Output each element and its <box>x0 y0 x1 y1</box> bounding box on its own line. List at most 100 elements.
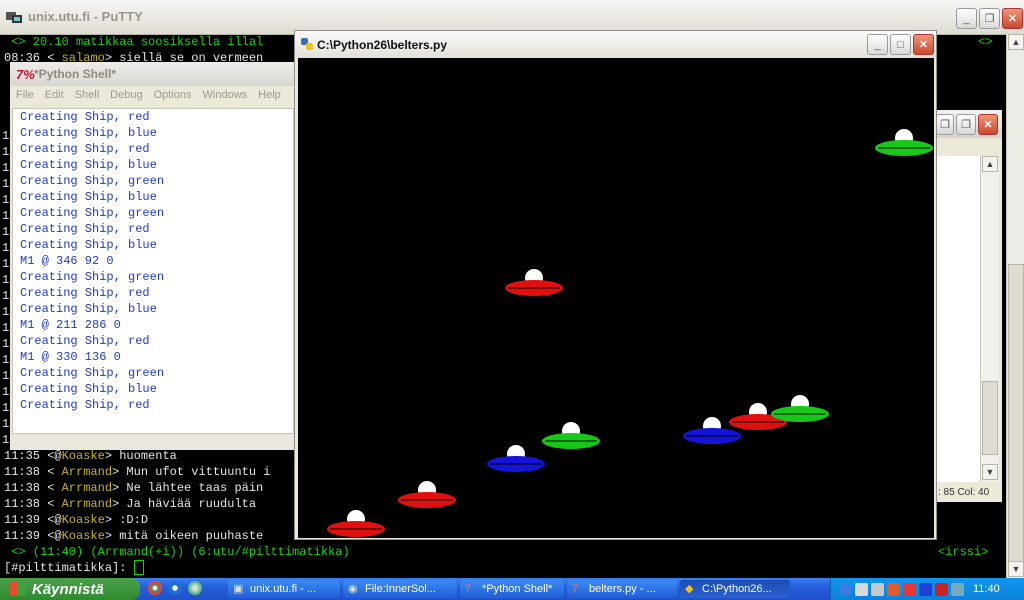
security-icon[interactable] <box>887 582 900 596</box>
scroll-thumb[interactable] <box>982 381 998 455</box>
start-label: Käynnistä <box>32 580 104 598</box>
shell-output-line: Creating Ship, green <box>20 174 165 188</box>
menu-item-edit[interactable]: Edit <box>39 86 69 106</box>
scroll-down-arrow-icon[interactable]: ▼ <box>1008 561 1024 577</box>
terminal-gutter: 1 <box>2 369 10 383</box>
close-button[interactable]: ✕ <box>1002 8 1023 29</box>
terminal-text: Koaske <box>61 513 105 527</box>
terminal-gutter: 1 <box>2 305 10 319</box>
game-canvas[interactable] <box>298 58 934 538</box>
ship-blue <box>487 445 545 472</box>
editor-text-area[interactable] <box>936 156 980 482</box>
maximize-button[interactable]: □ <box>890 34 911 55</box>
shell-output-line: Creating Ship, red <box>20 222 150 236</box>
taskbar-tasks: ▣ unix.utu.fi - ... ◉ File:InnerSol... 7 *Pyt… <box>228 580 790 598</box>
putty-icon <box>6 12 22 23</box>
maximize-button[interactable]: ❐ <box>936 114 954 135</box>
belters-caption-buttons: _ □ ✕ <box>867 34 934 55</box>
chat-line: 11:39 <@Koaske> :D:D <box>4 512 148 528</box>
belters-titlebar[interactable]: C:\Python26\belters.py _ □ ✕ <box>295 31 936 58</box>
editor-window: ❐ ❐ ✕ ▲ ▼ : 85 Col: 40 <box>936 110 1002 502</box>
terminal-text: 11:38 < <box>4 465 62 479</box>
taskbar-task[interactable]: 7 *Python Shell* <box>460 580 564 598</box>
terminal-gutter: 1 <box>2 145 10 159</box>
taskbar-task-label: *Python Shell* <box>482 583 553 595</box>
terminal-text: 11:39 <@ <box>4 529 62 543</box>
chat-line: 11:38 < Arrmand> Ne lähtee taas päin <box>4 480 263 496</box>
terminal-text: 11:38 < <box>4 481 62 495</box>
belters-window: C:\Python26\belters.py _ □ ✕ <box>294 30 937 540</box>
shell-output-line: M1 @ 346 92 0 <box>20 254 114 268</box>
quick-launch <box>148 581 202 595</box>
app-tray-icon[interactable] <box>903 582 916 596</box>
editor-titlebar[interactable]: ❐ ❐ ✕ <box>936 110 1002 138</box>
wireless-icon[interactable] <box>871 582 884 596</box>
close-button[interactable]: ✕ <box>978 114 998 135</box>
volume-icon[interactable] <box>855 582 868 596</box>
terminal-gutter: 1 <box>2 337 10 351</box>
restore-button[interactable]: ❐ <box>956 114 976 135</box>
scroll-down-arrow-icon[interactable]: ▼ <box>982 464 998 480</box>
irssi-status-line: <> (11:40) (Arrmand(+i)) (6:utu/#pilttim… <box>4 545 350 559</box>
shell-output-line: Creating Ship, red <box>20 110 150 124</box>
taskbar-task[interactable]: ◆ C:\Python26... <box>680 580 790 598</box>
display-icon[interactable] <box>951 582 964 596</box>
python-shell-titlebar[interactable]: 7% *Python Shell* <box>10 62 294 86</box>
shell-output-line: Creating Ship, blue <box>20 302 157 316</box>
update-icon[interactable] <box>935 582 948 596</box>
python-shell-menubar: File Edit Shell Debug Options Windows Help <box>10 86 294 106</box>
taskbar-task[interactable]: 7 belters.py - ... <box>567 580 677 598</box>
menu-item-debug[interactable]: Debug <box>104 86 147 106</box>
terminal-gutter: 1 <box>2 129 10 143</box>
terminal-gutter: 1 <box>2 273 10 287</box>
minimize-button[interactable]: _ <box>956 8 977 29</box>
shell-output-line: Creating Ship, green <box>20 366 165 380</box>
bluetooth-icon[interactable] <box>919 582 932 596</box>
browser-icon[interactable] <box>168 581 182 595</box>
idle-icon: 7 <box>572 583 579 595</box>
shell-output-line: Creating Ship, red <box>20 142 150 156</box>
python-shell-output[interactable]: Creating Ship, red Creating Ship, blue Cre… <box>12 108 294 434</box>
terminal-line: <> 20.10 matikkaa soosiksella illal <box>4 34 263 50</box>
scroll-thumb[interactable] <box>1008 264 1024 564</box>
menu-item-options[interactable]: Options <box>148 86 197 106</box>
minimize-button[interactable]: _ <box>867 34 888 55</box>
irssi-prompt[interactable]: [#pilttimatikka]: <box>4 560 144 576</box>
terminal-text: > Ja häviää ruudulta <box>112 497 257 511</box>
terminal-gutter: 1 <box>2 401 10 415</box>
menu-item-shell[interactable]: Shell <box>69 86 104 106</box>
network-icon[interactable] <box>839 582 852 596</box>
menu-item-help[interactable]: Help <box>252 86 286 106</box>
shell-output-line: M1 @ 211 286 0 <box>20 318 121 332</box>
app-icon[interactable] <box>188 581 202 595</box>
python-shell-hscrollbar[interactable] <box>12 434 294 450</box>
terminal-gutter: 1 <box>2 241 10 255</box>
editor-scrollbar[interactable]: ▲ ▼ <box>980 156 999 482</box>
taskbar-task[interactable]: ▣ unix.utu.fi - ... <box>228 580 340 598</box>
menu-item-windows[interactable]: Windows <box>197 86 253 106</box>
chrome-icon[interactable] <box>148 581 162 595</box>
terminal-text: Koaske <box>61 529 105 543</box>
putty-caption-buttons: _ ❐ ✕ <box>956 8 1023 29</box>
menu-item-file[interactable]: File <box>10 86 39 106</box>
terminal-gutter: 1 <box>2 385 10 399</box>
terminal-text: 11:39 <@ <box>4 513 62 527</box>
maximize-button[interactable]: ❐ <box>979 8 1000 29</box>
scroll-up-arrow-icon[interactable]: ▲ <box>982 156 998 172</box>
scroll-up-arrow-icon[interactable]: ▲ <box>1008 34 1024 50</box>
putty-scrollbar[interactable]: ▲ ▼ <box>1006 34 1024 578</box>
start-button[interactable]: Käynnistä <box>0 578 140 600</box>
taskbar-task[interactable]: ◉ File:InnerSol... <box>343 580 457 598</box>
prompt-text: [#pilttimatikka]: <box>4 561 134 575</box>
terminal-gutter: 1 <box>2 209 10 223</box>
terminal-text: 11:35 <@ <box>4 449 62 463</box>
chat-line: 11:38 < Arrmand> Mun ufot vittuuntu i <box>4 464 270 480</box>
idle-icon: 7 <box>465 583 472 595</box>
system-tray: 11:40 <box>830 578 1024 600</box>
ship-red <box>327 510 385 537</box>
taskbar-task-label: File:InnerSol... <box>365 583 436 595</box>
shell-output-line: Creating Ship, blue <box>20 190 157 204</box>
putty-title: unix.utu.fi - PuTTY <box>28 9 143 24</box>
shell-output-line: Creating Ship, red <box>20 398 150 412</box>
close-button[interactable]: ✕ <box>913 34 934 55</box>
